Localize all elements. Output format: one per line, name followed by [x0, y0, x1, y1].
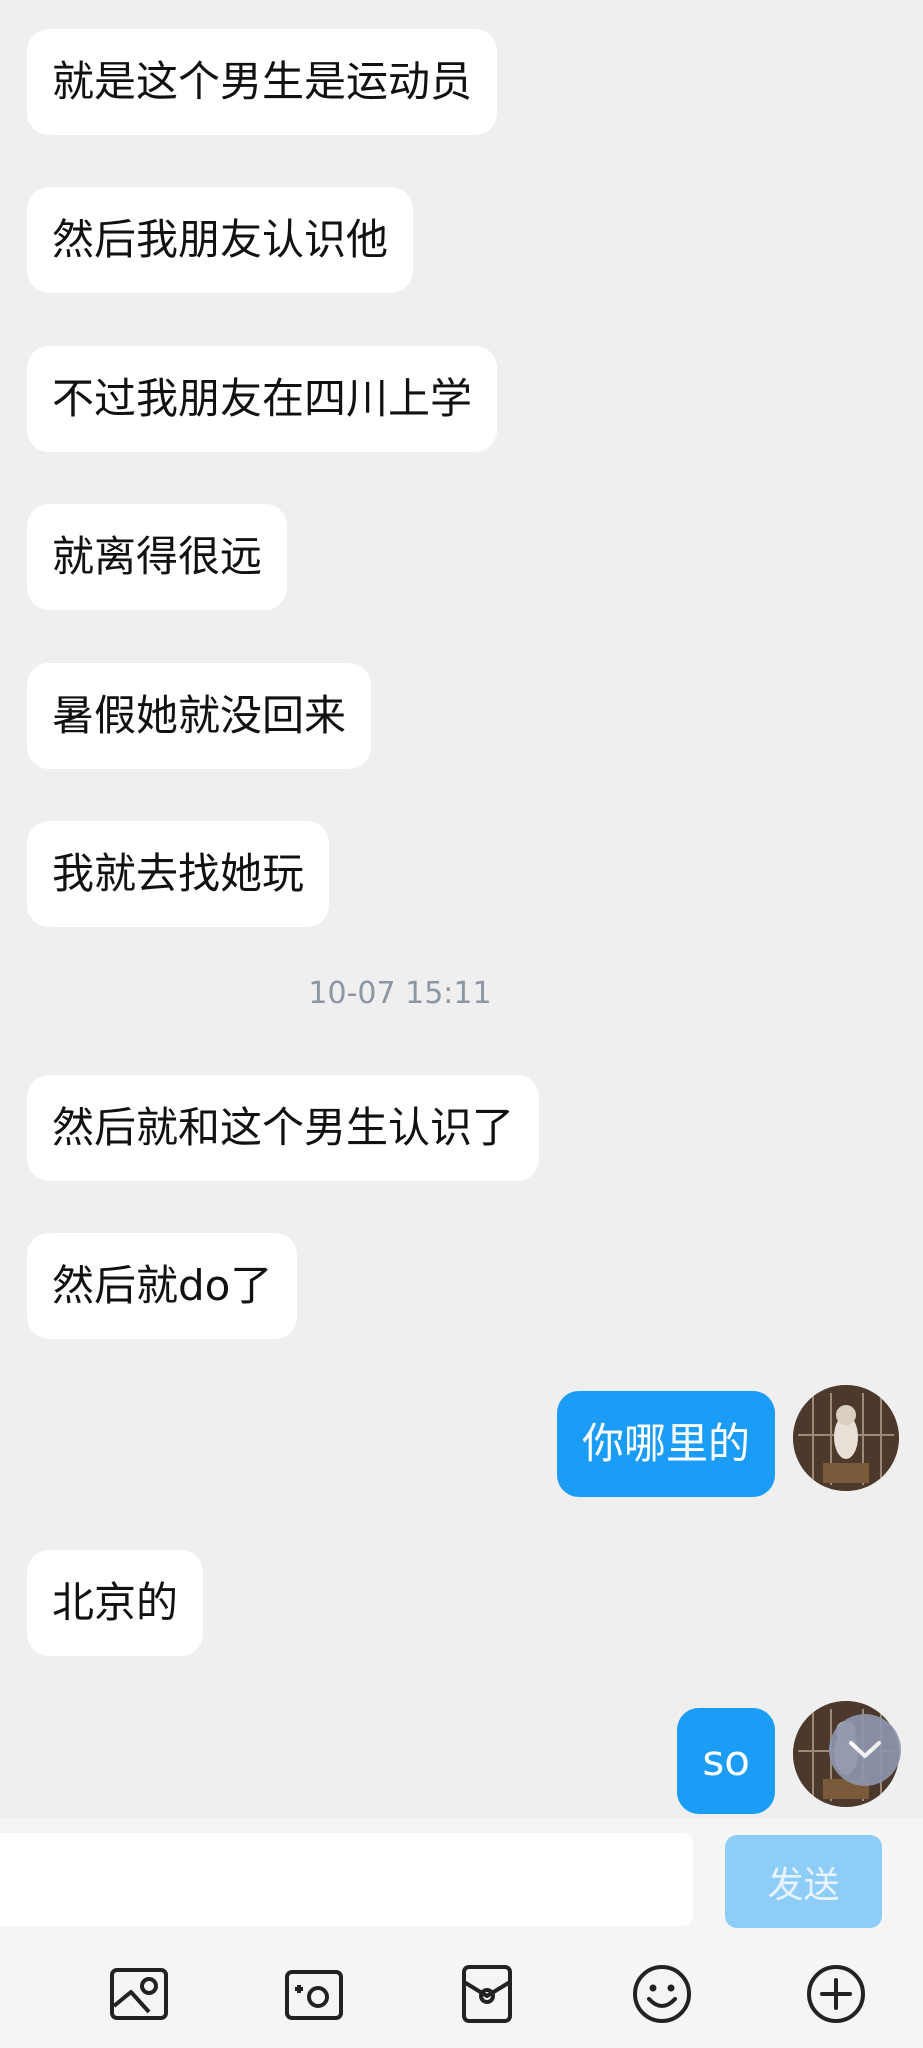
emoji-button[interactable] [630, 1962, 694, 2026]
incoming-message[interactable]: 就离得很远 [27, 504, 288, 610]
avatar[interactable] [793, 1385, 899, 1491]
incoming-message[interactable]: 然后我朋友认识他 [27, 187, 414, 293]
message-text: 然后就do了 [52, 1261, 273, 1310]
message-timestamp: 10-07 15:11 [308, 976, 492, 1011]
message-text: 就是这个男生是运动员 [52, 57, 473, 106]
incoming-message[interactable]: 然后就和这个男生认识了 [27, 1075, 540, 1181]
message-text: 就离得很远 [52, 532, 263, 581]
input-toolbar [0, 1930, 923, 2048]
message-text: 暑假她就没回来 [52, 691, 347, 740]
incoming-message[interactable]: 暑假她就没回来 [27, 663, 372, 769]
message-text: 北京的 [52, 1578, 179, 1627]
message-text: 不过我朋友在四川上学 [52, 374, 473, 423]
chevron-down-icon [849, 1741, 881, 1758]
image-button[interactable] [107, 1962, 171, 2026]
message-text: so [702, 1736, 750, 1785]
message-text: 我就去找她玩 [52, 849, 305, 898]
incoming-message[interactable]: 就是这个男生是运动员 [27, 29, 498, 135]
scroll-to-bottom-button[interactable] [829, 1714, 901, 1786]
camera-icon [285, 1970, 343, 2020]
image-icon [110, 1968, 168, 2020]
send-button[interactable]: 发送 [725, 1835, 882, 1928]
chat-message-list[interactable]: 就是这个男生是运动员 然后我朋友认识他 不过我朋友在四川上学 就离得很远 暑假她… [0, 0, 923, 1818]
camera-button[interactable] [282, 1962, 346, 2026]
emoji-icon [633, 1965, 691, 2023]
incoming-message[interactable]: 我就去找她玩 [27, 821, 330, 927]
incoming-message[interactable]: 北京的 [27, 1550, 204, 1656]
more-button[interactable] [804, 1962, 868, 2026]
avatar-image [793, 1385, 899, 1491]
message-input[interactable] [0, 1833, 693, 1926]
incoming-message[interactable]: 然后就do了 [27, 1233, 298, 1339]
red-packet-icon [462, 1965, 512, 2023]
red-packet-button[interactable] [455, 1962, 519, 2026]
outgoing-message[interactable]: so [677, 1708, 775, 1814]
plus-icon [807, 1965, 865, 2023]
message-text: 然后我朋友认识他 [52, 215, 389, 264]
outgoing-message[interactable]: 你哪里的 [556, 1391, 775, 1497]
incoming-message[interactable]: 不过我朋友在四川上学 [27, 346, 498, 452]
message-text: 然后就和这个男生认识了 [52, 1103, 515, 1152]
message-text: 你哪里的 [581, 1419, 750, 1468]
message-input-bar: 发送 [0, 1818, 923, 1930]
